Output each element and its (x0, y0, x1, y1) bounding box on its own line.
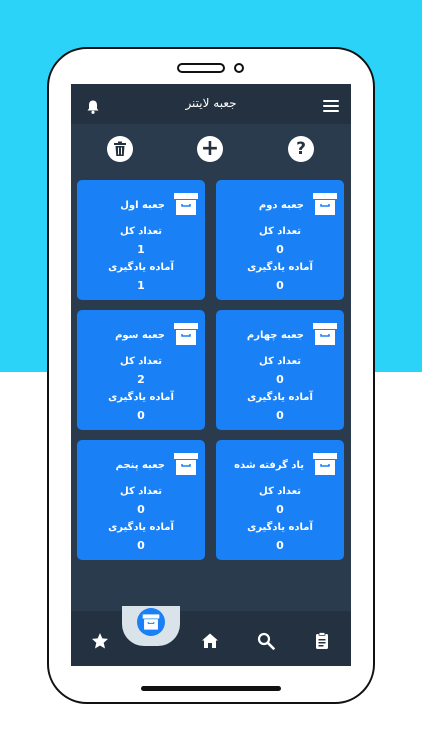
archive-box-icon (312, 191, 338, 217)
question-icon: ? (296, 139, 306, 159)
add-box-button[interactable]: + (197, 136, 223, 162)
box-card-1[interactable]: جعبه اول تعداد کل 1 آماده یادگیری 1 (77, 180, 205, 300)
delete-button[interactable] (107, 136, 133, 162)
box-card-3[interactable]: جعبه سوم تعداد کل 2 آماده یادگیری 0 (77, 310, 205, 430)
archive-box-icon (173, 321, 199, 347)
archive-box-icon (173, 191, 199, 217)
total-label: تعداد کل (259, 356, 301, 367)
ready-value: 0 (137, 409, 145, 422)
ready-label: آماده یادگیری (247, 392, 313, 403)
box-card-4[interactable]: جعبه چهارم تعداد کل 0 آماده یادگیری 0 (216, 310, 344, 430)
app-bar: جعبه لایتنر (71, 84, 351, 124)
total-label: تعداد کل (120, 486, 162, 497)
ready-label: آماده یادگیری (247, 522, 313, 533)
trash-icon (114, 141, 126, 156)
ready-label: آماده یادگیری (108, 392, 174, 403)
box-name: جعبه چهارم (246, 330, 304, 341)
star-icon[interactable] (91, 632, 109, 650)
ready-value: 1 (137, 279, 145, 292)
home-indicator (141, 686, 281, 691)
total-value: 2 (137, 373, 145, 386)
ready-label: آماده یادگیری (108, 522, 174, 533)
total-value: 0 (276, 243, 284, 256)
box-card-5[interactable]: جعبه پنجم تعداد کل 0 آماده یادگیری 0 (77, 440, 205, 560)
app-screen: جعبه لایتنر + ? جعبه اول تعداد کل 1 آماد… (71, 84, 351, 666)
box-name: جعبه پنجم (115, 460, 165, 471)
total-label: تعداد کل (259, 486, 301, 497)
phone-speaker (177, 63, 225, 73)
box-name: جعبه اول (120, 200, 165, 211)
box-name: جعبه دوم (258, 200, 304, 211)
archive-box-icon (173, 451, 199, 477)
bottom-navigation (71, 611, 351, 666)
ready-value: 0 (276, 279, 284, 292)
total-value: 0 (276, 373, 284, 386)
total-label: تعداد کل (259, 226, 301, 237)
menu-icon[interactable] (323, 100, 339, 112)
app-title: جعبه لایتنر (185, 96, 237, 110)
archive-box-icon (312, 451, 338, 477)
box-name: یاد گرفته شده (234, 460, 304, 471)
box-card-2[interactable]: جعبه دوم تعداد کل 0 آماده یادگیری 0 (216, 180, 344, 300)
ready-label: آماده یادگیری (247, 262, 313, 273)
ready-value: 0 (137, 539, 145, 552)
box-card-learned[interactable]: یاد گرفته شده تعداد کل 0 آماده یادگیری 0 (216, 440, 344, 560)
archive-box-icon (312, 321, 338, 347)
notes-icon[interactable] (313, 632, 331, 650)
total-value: 0 (276, 503, 284, 516)
ready-value: 0 (276, 409, 284, 422)
phone-camera (234, 63, 244, 73)
home-icon[interactable] (201, 632, 219, 650)
ready-value: 0 (276, 539, 284, 552)
total-value: 0 (137, 503, 145, 516)
total-label: تعداد کل (120, 226, 162, 237)
total-label: تعداد کل (120, 356, 162, 367)
boxes-tab-button[interactable] (122, 606, 180, 646)
search-icon[interactable] (257, 632, 275, 650)
total-value: 1 (137, 243, 145, 256)
plus-icon: + (200, 136, 220, 161)
box-icon (137, 608, 165, 636)
help-button[interactable]: ? (288, 136, 314, 162)
ready-label: آماده یادگیری (108, 262, 174, 273)
box-name: جعبه سوم (115, 330, 165, 341)
